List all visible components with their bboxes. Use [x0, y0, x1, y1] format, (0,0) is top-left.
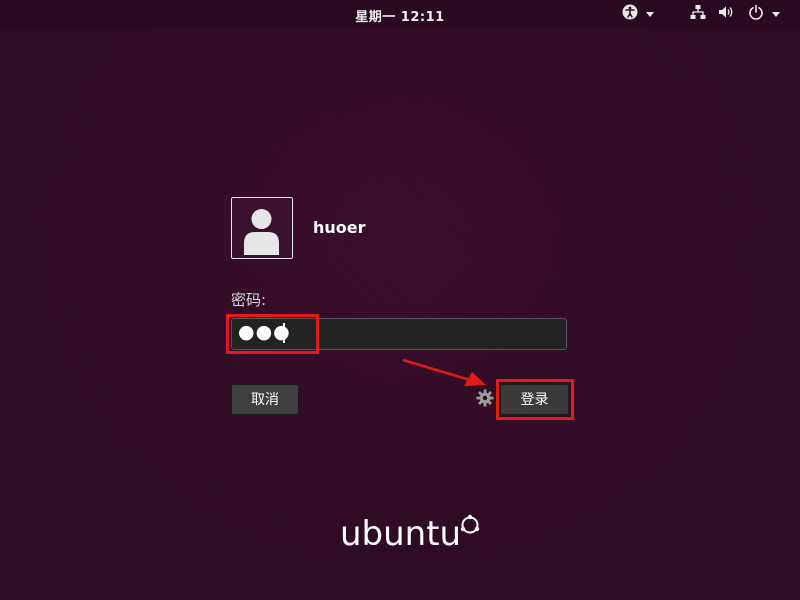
chevron-down-icon[interactable] [646, 11, 654, 17]
top-panel: 星期一 12:11 [0, 0, 800, 28]
accessibility-icon[interactable] [622, 4, 638, 24]
volume-icon[interactable] [718, 4, 734, 24]
ubuntu-wordmark: ubuntu [340, 514, 461, 553]
highlight-box [226, 314, 319, 354]
chevron-down-icon[interactable] [772, 11, 780, 17]
password-label: 密码: [231, 291, 267, 309]
arrow-annotation-icon [402, 358, 486, 386]
clock[interactable]: 星期一 12:11 [0, 6, 800, 25]
cancel-button[interactable]: 取消 [231, 384, 299, 415]
user-icon [244, 209, 279, 255]
ubuntu-logo: ubuntu [339, 513, 484, 557]
accessibility-menu[interactable] [622, 0, 654, 28]
system-menu[interactable] [690, 0, 780, 28]
gear-icon[interactable] [476, 389, 494, 411]
highlight-box [496, 379, 574, 420]
circle-of-friends-icon [460, 514, 480, 534]
network-icon[interactable] [690, 4, 706, 24]
power-icon[interactable] [748, 4, 764, 24]
username: huoer [313, 218, 366, 237]
avatar [231, 197, 293, 259]
